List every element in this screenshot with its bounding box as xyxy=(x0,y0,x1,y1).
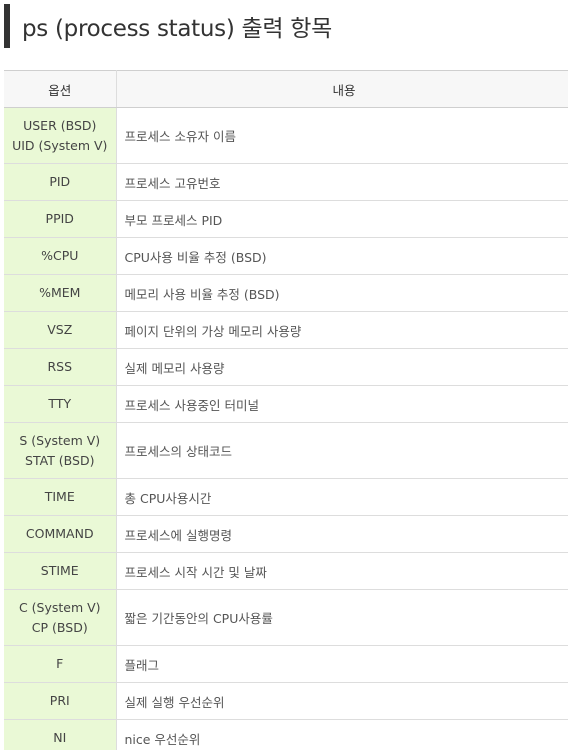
description-cell: 실제 실행 우선순위 xyxy=(116,682,568,720)
description-cell: 프로세스의 상태코드 xyxy=(116,422,568,479)
description-cell: 총 CPU사용시간 xyxy=(116,478,568,516)
option-name: PPID xyxy=(45,211,74,226)
description-cell: CPU사용 비율 추정 (BSD) xyxy=(116,237,568,275)
description-cell: nice 우선순위 xyxy=(116,719,568,750)
option-cell: C (System V) CP (BSD) xyxy=(4,589,117,646)
option-cell: F xyxy=(4,645,117,683)
table-row: F 플래그 xyxy=(4,645,568,683)
option-cell: %MEM xyxy=(4,274,117,312)
description-cell: 메모리 사용 비율 추정 (BSD) xyxy=(116,274,568,312)
option-name: CP (BSD) xyxy=(31,619,88,635)
option-name: STAT (BSD) xyxy=(25,452,95,468)
option-name: %CPU xyxy=(41,248,79,263)
table-row: S (System V) STAT (BSD) 프로세스의 상태코드 xyxy=(4,422,568,479)
description-cell: 실제 메모리 사용량 xyxy=(116,348,568,386)
table-row: %MEM 메모리 사용 비율 추정 (BSD) xyxy=(4,274,568,312)
table-row: TIME 총 CPU사용시간 xyxy=(4,478,568,516)
option-cell: PRI xyxy=(4,682,117,720)
option-name: S (System V) xyxy=(19,432,101,448)
header-content: 내용 xyxy=(116,70,568,108)
option-cell: TIME xyxy=(4,478,117,516)
option-name: UID (System V) xyxy=(12,137,108,153)
description-cell: 부모 프로세스 PID xyxy=(116,200,568,238)
option-cell: %CPU xyxy=(4,237,117,275)
option-name: STIME xyxy=(40,563,79,578)
option-name: TIME xyxy=(44,489,75,504)
option-cell: RSS xyxy=(4,348,117,386)
table-row: PID 프로세스 고유번호 xyxy=(4,163,568,201)
option-cell: COMMAND xyxy=(4,515,117,553)
ps-output-table: 옵션 내용 USER (BSD) UID (System V) 프로세스 소유자 이… xyxy=(4,70,568,750)
header-option: 옵션 xyxy=(4,70,117,108)
page: ps (process status) 출력 항목 옵션 내용 USER (BS… xyxy=(0,0,568,750)
table-row: %CPU CPU사용 비율 추정 (BSD) xyxy=(4,237,568,275)
table-row: PPID 부모 프로세스 PID xyxy=(4,200,568,238)
option-cell: VSZ xyxy=(4,311,117,349)
option-cell: STIME xyxy=(4,552,117,590)
table-header-row: 옵션 내용 xyxy=(4,70,568,108)
table-row: NI nice 우선순위 xyxy=(4,719,568,750)
description-cell: 프로세스 소유자 이름 xyxy=(116,107,568,164)
option-name: F xyxy=(56,656,64,671)
option-cell: USER (BSD) UID (System V) xyxy=(4,107,117,164)
option-cell: S (System V) STAT (BSD) xyxy=(4,422,117,479)
page-title: ps (process status) 출력 항목 xyxy=(22,16,332,42)
table-row: PRI 실제 실행 우선순위 xyxy=(4,682,568,720)
option-name: %MEM xyxy=(39,285,81,300)
table-row: RSS 실제 메모리 사용량 xyxy=(4,348,568,386)
option-cell: TTY xyxy=(4,385,117,423)
table-row: USER (BSD) UID (System V) 프로세스 소유자 이름 xyxy=(4,107,568,164)
table-row: STIME 프로세스 시작 시간 및 날짜 xyxy=(4,552,568,590)
option-name: COMMAND xyxy=(25,526,94,541)
table-row: C (System V) CP (BSD) 짧은 기간동안의 CPU사용률 xyxy=(4,589,568,646)
description-cell: 프로세스에 실행명령 xyxy=(116,515,568,553)
heading-accent-bar xyxy=(4,4,10,48)
option-cell: PPID xyxy=(4,200,117,238)
option-name: PRI xyxy=(49,693,70,708)
option-name: NI xyxy=(53,730,67,745)
description-cell: 플래그 xyxy=(116,645,568,683)
table-body: USER (BSD) UID (System V) 프로세스 소유자 이름 PID 프로… xyxy=(4,107,568,750)
option-name: C (System V) xyxy=(18,599,101,615)
page-heading: ps (process status) 출력 항목 xyxy=(4,4,332,48)
table-row: TTY 프로세스 사용중인 터미널 xyxy=(4,385,568,423)
option-name: RSS xyxy=(47,359,73,374)
description-cell: 프로세스 시작 시간 및 날짜 xyxy=(116,552,568,590)
option-cell: NI xyxy=(4,719,117,750)
description-cell: 프로세스 고유번호 xyxy=(116,163,568,201)
option-name: PID xyxy=(49,174,71,189)
option-name: USER (BSD) xyxy=(23,117,97,133)
description-cell: 짧은 기간동안의 CPU사용률 xyxy=(116,589,568,646)
option-cell: PID xyxy=(4,163,117,201)
description-cell: 페이지 단위의 가상 메모리 사용량 xyxy=(116,311,568,349)
description-cell: 프로세스 사용중인 터미널 xyxy=(116,385,568,423)
table-row: COMMAND 프로세스에 실행명령 xyxy=(4,515,568,553)
option-name: TTY xyxy=(48,396,72,411)
option-name: VSZ xyxy=(47,322,73,337)
table-row: VSZ 페이지 단위의 가상 메모리 사용량 xyxy=(4,311,568,349)
